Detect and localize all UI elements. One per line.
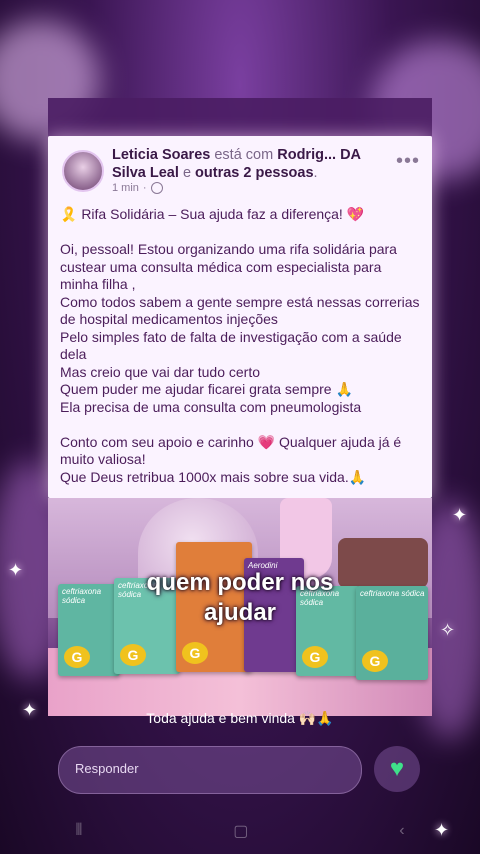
post-meta: 1 min · [112,182,163,194]
overlay-line: quem poder nos [146,569,334,596]
photo-overlay-text: quem poder nos ajudar [48,568,432,628]
more-options-icon[interactable]: ••• [396,150,420,173]
post-line: Que Deus retribua 1000x mais sobre sua v… [60,468,367,485]
dot-separator: · [142,182,147,194]
post-card: Leticia Soares está com Rodrig... DA Sil… [48,136,432,498]
reply-placeholder: Responder [75,761,139,776]
with-text: está com [214,147,274,163]
story-caption: Toda ajuda e bem vinda 🙌🏻🙏 [146,710,334,726]
system-nav-bar: ⦀ ▢ ‹ [0,818,480,844]
react-button[interactable]: ♥ [374,746,420,792]
generic-badge: G [120,644,146,666]
author-name[interactable]: Leticia Soares [112,147,210,163]
post-body: 🎗️ Rifa Solidária – Sua ajuda faz a dife… [60,206,422,486]
post-line: Ela precisa de uma consulta com pneumolo… [60,398,362,415]
sparkle-icon: ✦ [452,505,468,525]
generic-badge: G [362,650,388,672]
post-photo[interactable]: ceftriaxona sódica G ceftriaxona sódica … [48,498,432,716]
sparkle-icon: ✦ [8,560,24,580]
generic-badge: G [302,646,328,668]
post-line: Pelo simples fato de falta de investigaç… [60,328,402,363]
back-icon[interactable]: ‹ [399,822,404,840]
post-line: Como todos sabem a gente sempre está nes… [60,293,420,328]
post-header: Leticia Soares está com Rodrig... DA Sil… [112,146,384,182]
period: . [313,165,318,181]
avatar[interactable] [62,150,104,192]
reply-input[interactable]: Responder [58,746,362,794]
sparkle-icon: ✧ [440,620,456,640]
post-line: 🎗️ Rifa Solidária – Sua ajuda faz a dife… [60,206,365,222]
globe-icon [150,182,163,194]
post-top-bar [48,98,432,136]
post-line: Oi, pessoal! Estou organizando uma rifa … [60,241,397,292]
post-time: 1 min [112,182,139,194]
overlay-line: ajudar [203,599,277,626]
post-line: Mas creio que vai dar tudo certo [60,363,260,380]
generic-badge: G [182,642,208,664]
and-text: e [182,165,192,181]
recent-apps-icon[interactable]: ⦀ [75,822,82,840]
home-icon[interactable]: ▢ [233,821,248,841]
others-link[interactable]: outras 2 pessoas [195,165,313,181]
post-line: Quem puder me ajudar ficarei grata sempr… [60,381,353,397]
generic-badge: G [64,646,90,668]
green-heart-icon: ♥ [389,755,405,782]
post-line: Conto com seu apoio e carinho 💗 Qualquer… [60,433,402,468]
